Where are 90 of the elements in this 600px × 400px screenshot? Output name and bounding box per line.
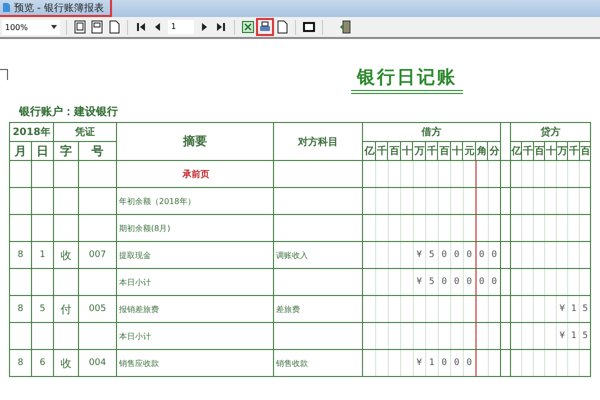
report-title: 银行日记账 (351, 65, 463, 94)
header-cell: 借方 (362, 122, 500, 142)
table-cell: 承前页 (116, 160, 274, 188)
unit-header: 千 (568, 142, 580, 160)
table-cell: 调账收入 (274, 242, 362, 268)
table-cell (54, 268, 78, 296)
unit-header: 十 (400, 142, 412, 160)
unit-header: 千 (425, 142, 438, 160)
unit-header: 亿 (510, 142, 522, 160)
table-cell: 销售收款 (274, 350, 362, 376)
table-cell: 提取现金 (116, 242, 274, 268)
header-cell: 对方科目 (274, 122, 362, 160)
unit-header: 亿 (362, 142, 375, 160)
table-cell (10, 268, 32, 296)
unit-header: 十 (450, 142, 462, 160)
table-cell (32, 322, 54, 350)
table-cell: 收 (54, 350, 78, 376)
table-cell (54, 214, 78, 242)
table-cell (54, 188, 78, 214)
first-page-icon[interactable] (134, 20, 148, 34)
page-icon[interactable] (107, 20, 121, 34)
printer-icon[interactable] (258, 20, 272, 34)
table-cell: 销售应收款 (116, 350, 274, 376)
table-cell: 8 (10, 296, 32, 322)
header-cell: 日 (32, 142, 54, 160)
window-icon[interactable] (302, 20, 316, 34)
header-cell: 贷方 (510, 122, 591, 142)
unit-header: 万 (556, 142, 568, 160)
unit-header: 十 (544, 142, 556, 160)
table-cell: 差旅费 (274, 296, 362, 322)
unit-header: 万 (412, 142, 425, 160)
credit-amount: ¥15 (560, 331, 594, 341)
table-cell (10, 214, 32, 242)
table-cell (32, 268, 54, 296)
table-cell (32, 214, 54, 242)
table-cell: 5 (32, 296, 54, 322)
table-cell (10, 188, 32, 214)
window-title: 预览 - 银行账簿报表 (14, 2, 104, 14)
header-cell: 凭证 (54, 122, 116, 142)
table-cell: 年初余额（2018年） (116, 188, 274, 214)
unit-header: 元 (462, 142, 475, 160)
account-label: 银行账户：建设银行 (19, 104, 119, 119)
table-cell: 007 (78, 242, 116, 268)
page-icon[interactable] (73, 20, 87, 34)
unit-header: 百 (533, 142, 545, 160)
table-cell: 6 (32, 350, 54, 376)
caret-icon (51, 25, 57, 29)
table-cell: 付 (54, 296, 78, 322)
table-cell (54, 322, 78, 350)
table-cell: 期初余额(8月) (116, 214, 274, 242)
unit-header: 百 (579, 142, 591, 160)
table-cell: 005 (78, 296, 116, 322)
spreadsheet-icon[interactable] (241, 20, 255, 34)
table-cell (10, 322, 32, 350)
page-corner-mark (0, 69, 8, 80)
zoom-dropdown[interactable]: 100% (2, 20, 60, 34)
header-cell: 字 (54, 142, 78, 160)
table-cell: 本日小计 (116, 268, 274, 296)
page-number-field[interactable]: 1 (168, 20, 194, 34)
table-cell: 本日小计 (116, 322, 274, 350)
unit-header: 千 (375, 142, 388, 160)
table-cell (78, 160, 116, 188)
table-cell (78, 268, 116, 296)
table-cell (32, 160, 54, 188)
unit-header: 百 (388, 142, 400, 160)
header-cell: 摘要 (116, 122, 274, 160)
unit-header: 角 (475, 142, 488, 160)
table-cell: 8 (10, 242, 32, 268)
table-cell (10, 160, 32, 188)
page-icon[interactable] (90, 20, 104, 34)
table-cell (78, 322, 116, 350)
table-cell (78, 214, 116, 242)
last-page-icon[interactable] (214, 20, 228, 34)
page-icon[interactable] (275, 20, 289, 34)
header-cell: 月 (10, 142, 32, 160)
header-cell: 2018年 (10, 122, 54, 142)
table-cell (78, 188, 116, 214)
credit-amount: ¥15 (560, 304, 594, 314)
table-cell (54, 160, 78, 188)
door-icon[interactable] (339, 20, 353, 34)
table-cell: 报销差旅费 (116, 296, 274, 322)
unit-header: 千 (522, 142, 534, 160)
table-cell: 8 (10, 350, 32, 376)
unit-header: 百 (438, 142, 450, 160)
table-cell (32, 188, 54, 214)
table-cell: 收 (54, 242, 78, 268)
table-cell: 004 (78, 350, 116, 376)
debit-amount: ¥1000 (416, 358, 479, 368)
app-icon (2, 2, 11, 13)
table-cell: 1 (32, 242, 54, 268)
